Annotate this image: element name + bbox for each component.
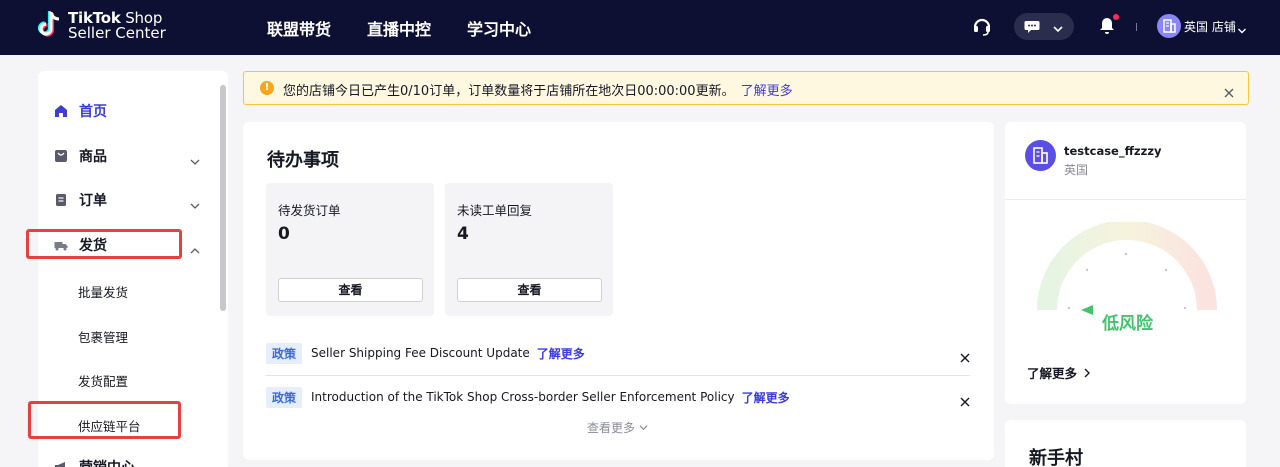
order-icon	[54, 193, 68, 207]
chat-bubble-icon	[1024, 19, 1040, 33]
sidebar-item-label: 营销中心	[79, 457, 135, 467]
store-selector-label[interactable]: 英国 店铺	[1184, 18, 1236, 35]
view-button[interactable]: 查看	[457, 278, 602, 302]
policy-text: Seller Shipping Fee Discount Update	[311, 346, 530, 360]
header-divider	[1136, 23, 1137, 31]
chevron-down-icon[interactable]	[190, 196, 200, 209]
policy-text: Introduction of the TikTok Shop Cross-bo…	[311, 390, 735, 404]
tiktok-shop-logo[interactable]: TikTok Shop Seller Center	[37, 10, 166, 42]
notification-badge	[1113, 14, 1119, 20]
sidebar-subitem-shipping-settings[interactable]: 发货配置	[78, 371, 128, 390]
store-avatar[interactable]	[1157, 14, 1181, 38]
product-icon	[54, 149, 68, 163]
order-limit-notice: ! 您的店铺今日已产生0/10订单，订单数量将于店铺所在地次日00:00:00更…	[243, 71, 1249, 105]
chevron-down-icon	[1052, 20, 1064, 33]
sidebar-item-home[interactable]: 首页	[54, 99, 107, 123]
todo-label: 待发货订单	[278, 203, 341, 218]
todo-unread-tickets: 未读工单回复 4 查看	[445, 183, 613, 316]
shop-region: 英国	[1064, 163, 1089, 177]
todo-label: 未读工单回复	[457, 203, 533, 218]
notice-text: 您的店铺今日已产生0/10订单，订单数量将于店铺所在地次日00:00:00更新。…	[283, 80, 793, 99]
risk-level-label: 低风险	[1102, 314, 1153, 334]
newbie-card: 新手村	[1005, 420, 1246, 467]
sidebar-item-marketing[interactable]: 营销中心	[54, 455, 135, 467]
close-icon[interactable]	[960, 348, 970, 363]
todo-count: 0	[278, 224, 290, 244]
top-bar: TikTok Shop Seller Center 联盟带货 直播中控 学习中心…	[0, 0, 1280, 55]
nav-affiliate[interactable]: 联盟带货	[267, 16, 331, 40]
gauge-pointer-icon	[1081, 305, 1093, 315]
view-button[interactable]: 查看	[278, 278, 423, 302]
logo-seller-center: Seller Center	[68, 24, 166, 42]
bell-icon[interactable]	[1099, 16, 1115, 35]
main-nav: 联盟带货 直播中控 学习中心	[267, 0, 531, 55]
see-more-label: 查看更多	[587, 421, 636, 435]
policy-learn-more-link[interactable]: 了解更多	[537, 345, 585, 362]
chevron-right-icon	[1084, 368, 1091, 377]
todo-count: 4	[457, 224, 469, 244]
account-card: testcase_ffzzzy 英国 低风险 了解更多	[1005, 122, 1246, 404]
sidebar-item-label: 首页	[79, 104, 107, 120]
account-learn-more-link[interactable]: 了解更多	[1027, 363, 1091, 382]
chevron-down-icon[interactable]	[1237, 21, 1247, 34]
shop-name: testcase_ffzzzy	[1064, 144, 1162, 158]
chat-button[interactable]	[1014, 13, 1074, 40]
sidebar-item-label: 订单	[79, 193, 107, 209]
todo-pending-shipment: 待发货订单 0 查看	[266, 183, 434, 316]
headset-icon[interactable]	[973, 16, 991, 36]
see-more-button[interactable]: 查看更多	[587, 419, 648, 436]
close-icon[interactable]	[1224, 83, 1234, 98]
notice-message: 您的店铺今日已产生0/10订单，订单数量将于店铺所在地次日00:00:00更新。	[283, 84, 735, 99]
todo-card: 待办事项 待发货订单 0 查看 未读工单回复 4 查看 政策 Seller Sh…	[243, 122, 994, 460]
sidebar-item-orders[interactable]: 订单	[54, 188, 107, 212]
highlight-box	[28, 401, 181, 439]
policy-row: 政策 Introduction of the TikTok Shop Cross…	[266, 386, 970, 408]
highlight-box	[26, 229, 182, 259]
newbie-title: 新手村	[1029, 448, 1083, 467]
tiktok-logo-icon	[37, 10, 62, 42]
chevron-up-icon[interactable]	[190, 241, 200, 254]
sidebar-scrollbar[interactable]	[220, 85, 226, 311]
logo-text: TikTok Shop Seller Center	[68, 11, 166, 41]
sidebar-subitem-bulk-shipping[interactable]: 批量发货	[78, 282, 128, 301]
policy-tag: 政策	[266, 342, 303, 364]
nav-learning-center[interactable]: 学习中心	[467, 16, 531, 40]
divider	[266, 375, 970, 376]
sidebar-item-products[interactable]: 商品	[54, 144, 107, 168]
learn-more-label: 了解更多	[1027, 366, 1078, 381]
sidebar-item-label: 商品	[79, 149, 107, 165]
divider	[1005, 199, 1246, 200]
policy-row: 政策 Seller Shipping Fee Discount Update 了…	[266, 342, 970, 364]
sidebar-subitem-package-management[interactable]: 包裹管理	[78, 327, 128, 346]
nav-live-control[interactable]: 直播中控	[367, 16, 431, 40]
policy-learn-more-link[interactable]: 了解更多	[742, 389, 790, 406]
todo-title: 待办事项	[267, 150, 339, 171]
marketing-icon	[54, 460, 68, 467]
home-icon	[54, 104, 68, 118]
chevron-down-icon	[639, 425, 648, 431]
close-icon[interactable]	[960, 392, 970, 407]
warning-icon: !	[260, 81, 274, 95]
building-icon	[1033, 147, 1048, 164]
policy-tag: 政策	[266, 386, 303, 408]
notice-learn-more-link[interactable]: 了解更多	[741, 84, 793, 99]
chevron-down-icon[interactable]	[190, 152, 200, 165]
shop-avatar	[1025, 140, 1056, 171]
